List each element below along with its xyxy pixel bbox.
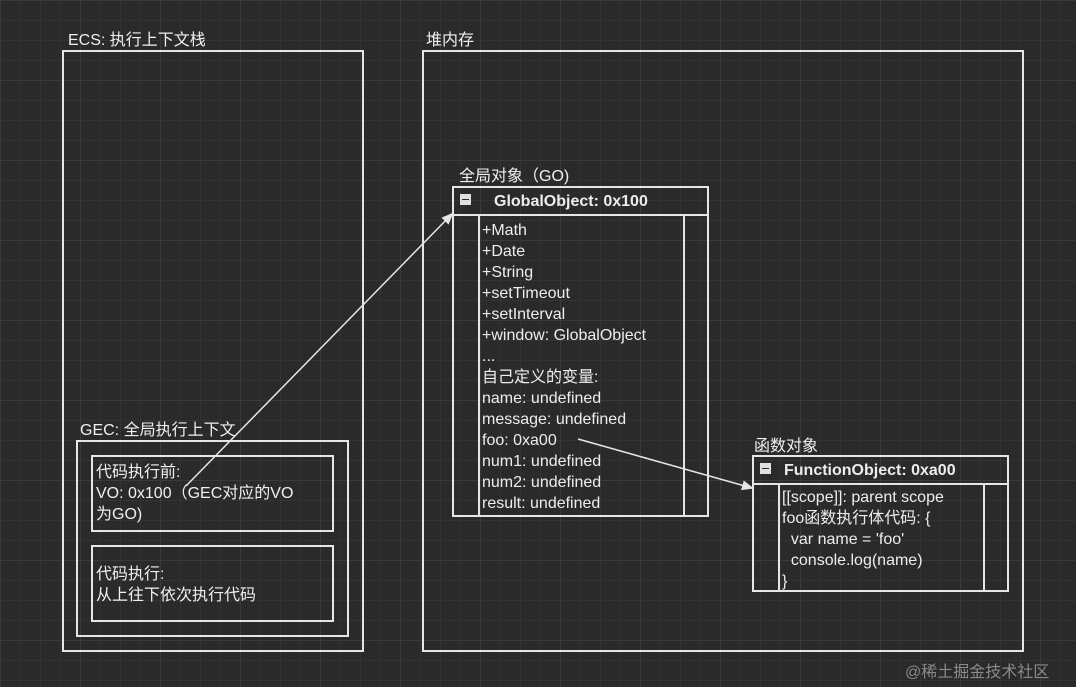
vo-to-go-arrow	[185, 212, 454, 487]
arrows-layer	[185, 212, 754, 491]
foo-to-function-object-arrow	[577, 438, 754, 491]
watermark: @稀土掘金技术社区	[905, 664, 1050, 681]
